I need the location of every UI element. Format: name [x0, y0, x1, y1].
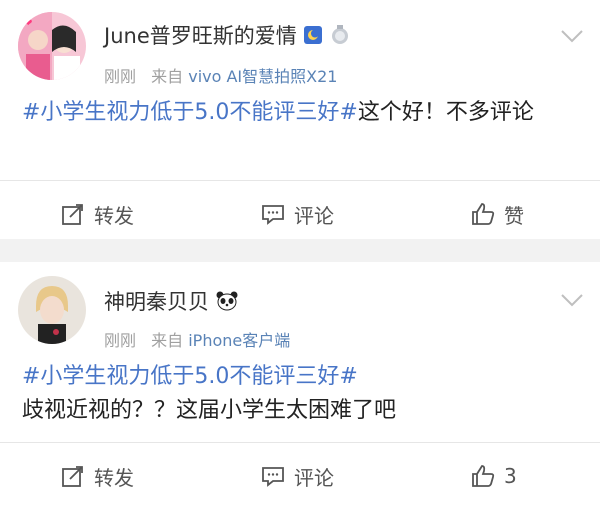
username[interactable]: 神明秦贝贝 — [104, 286, 238, 316]
divider — [0, 180, 600, 181]
post-source[interactable]: vivo AI智慧拍照X21 — [188, 67, 337, 86]
source-prefix: 来自 — [151, 67, 184, 86]
post-content: 这个好！不多评论 — [357, 100, 534, 125]
avatar-photo — [18, 276, 86, 344]
hashtag-link[interactable]: #小学生视力低于5.0不能评三好# — [22, 360, 578, 394]
divider — [0, 442, 600, 443]
chevron-down-icon[interactable] — [560, 28, 584, 43]
source-prefix: 来自 — [151, 331, 184, 350]
user-avatar[interactable] — [18, 276, 86, 344]
post-time: 刚刚 — [104, 331, 137, 350]
post-text: #小学生视力低于5.0不能评三好#这个好！不多评论 — [22, 96, 578, 130]
repost-label: 转发 — [94, 203, 134, 228]
comment-icon — [262, 467, 284, 487]
like-count: 3 — [504, 464, 517, 488]
repost-icon — [62, 466, 83, 487]
vip-badge-icon — [303, 25, 323, 50]
username[interactable]: June普罗旺斯的爱情 — [104, 20, 350, 50]
user-avatar[interactable]: ❤ — [18, 12, 86, 80]
post-source[interactable]: iPhone客户端 — [188, 331, 290, 350]
post-meta: 刚刚 来自 vivo AI智慧拍照X21 — [104, 63, 337, 87]
repost-button[interactable]: 转发 — [60, 194, 134, 234]
action-bar: 转发 评论 赞 — [0, 194, 600, 234]
post-content: 歧视近视的？？这届小学生太困难了吧 — [22, 398, 397, 423]
repost-button[interactable]: 转发 — [60, 456, 134, 496]
like-label: 赞 — [504, 203, 524, 228]
chevron-down-icon[interactable] — [560, 292, 584, 307]
silver-medal-icon — [330, 24, 350, 50]
comment-label: 评论 — [294, 203, 334, 228]
avatar-photo: ❤ — [18, 12, 86, 80]
comment-button[interactable]: 评论 — [260, 194, 334, 234]
hashtag-link[interactable]: #小学生视力低于5.0不能评三好# — [22, 100, 358, 125]
comment-label: 评论 — [294, 465, 334, 490]
thumbs-up-icon — [472, 203, 495, 225]
action-bar: 转发 评论 3 — [0, 456, 600, 496]
post-meta: 刚刚 来自 iPhone客户端 — [104, 327, 290, 351]
panda-icon — [216, 291, 238, 316]
like-button[interactable]: 3 — [470, 456, 517, 496]
repost-label: 转发 — [94, 465, 134, 490]
post-text: #小学生视力低于5.0不能评三好# 歧视近视的？？这届小学生太困难了吧 — [22, 360, 578, 428]
repost-icon — [62, 204, 83, 225]
comment-icon — [262, 205, 284, 225]
post-time: 刚刚 — [104, 67, 137, 86]
like-button[interactable]: 赞 — [470, 194, 524, 234]
comment-button[interactable]: 评论 — [260, 456, 334, 496]
thumbs-up-icon — [472, 465, 495, 487]
